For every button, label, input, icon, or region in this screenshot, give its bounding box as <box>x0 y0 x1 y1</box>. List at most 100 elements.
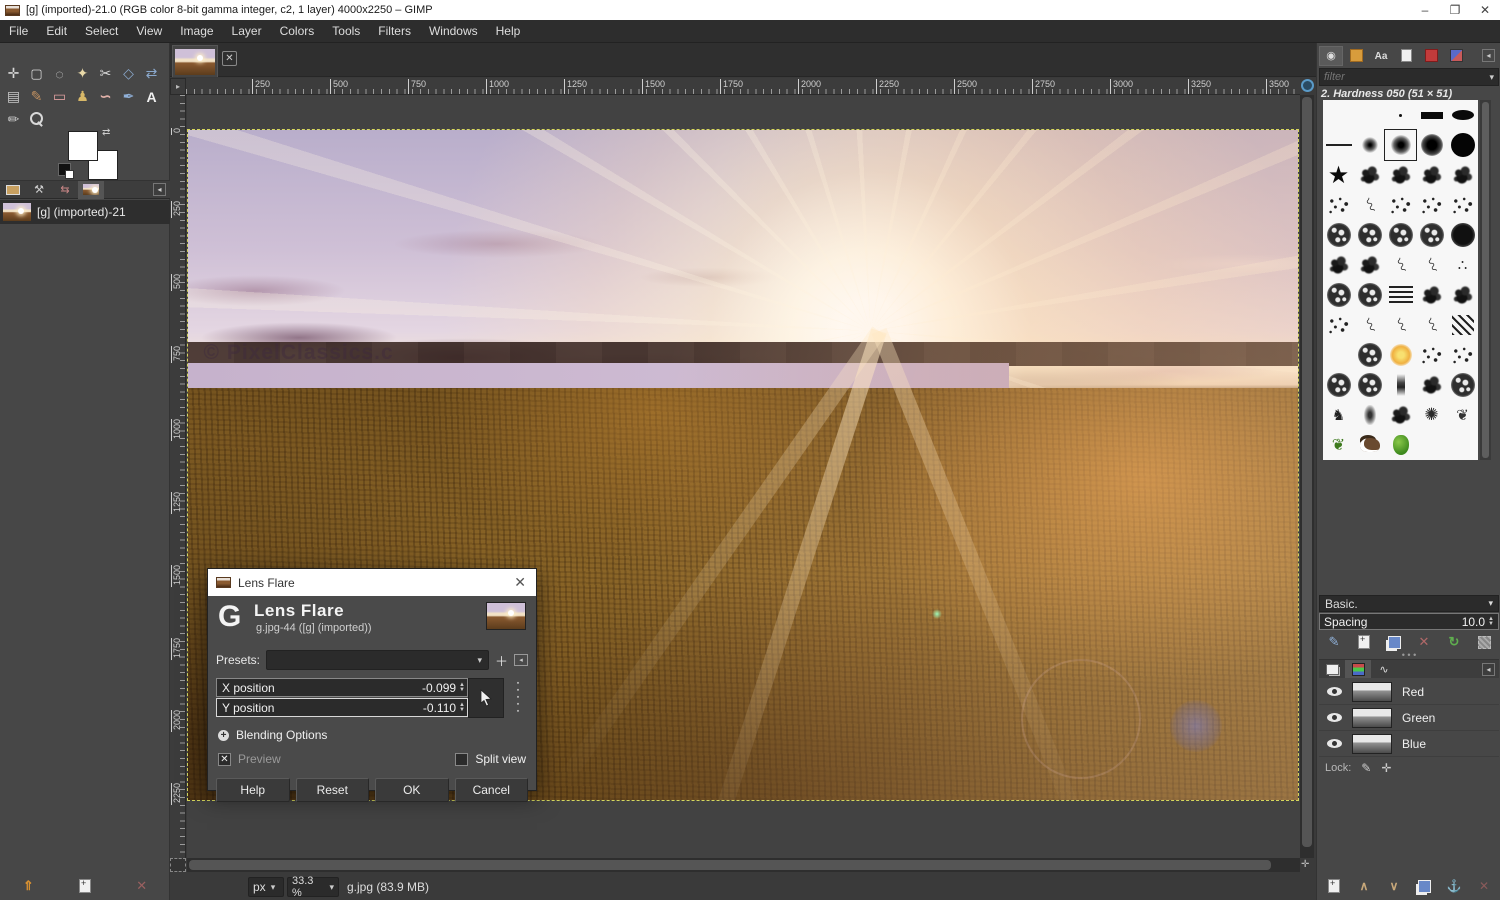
tab-patterns[interactable] <box>1344 46 1368 66</box>
brush-swatch[interactable] <box>1323 130 1354 160</box>
close-button[interactable]: ✕ <box>1470 3 1500 17</box>
visibility-eye-icon[interactable] <box>1327 687 1342 696</box>
brush-swatch[interactable] <box>1385 310 1416 340</box>
vertical-scrollbar[interactable] <box>1300 95 1314 858</box>
dock-menu-icon[interactable]: ◂ <box>1482 663 1495 676</box>
tab-layers[interactable] <box>1319 660 1345 678</box>
tab-brushes[interactable] <box>1319 46 1343 66</box>
brush-swatch[interactable] <box>1416 430 1447 460</box>
x-position-value[interactable]: -0.099 <box>422 681 456 695</box>
tool-button[interactable] <box>71 85 94 108</box>
navigation-icon[interactable]: ✛ <box>1301 859 1309 870</box>
brush-swatch[interactable] <box>1385 220 1416 250</box>
tool-button[interactable] <box>25 108 48 131</box>
brush-swatch[interactable] <box>1447 190 1478 220</box>
scrollbar-thumb[interactable] <box>1482 102 1489 458</box>
brush-swatch[interactable] <box>1354 370 1385 400</box>
dialog-button[interactable]: Cancel <box>455 778 529 802</box>
tab-fonts[interactable] <box>1369 46 1393 66</box>
brush-swatch[interactable] <box>1416 190 1447 220</box>
brush-swatch[interactable] <box>1323 250 1354 280</box>
tab-history[interactable] <box>52 181 78 199</box>
preset-menu-icon[interactable]: ◂ <box>514 654 528 666</box>
brush-swatch[interactable] <box>1354 130 1385 160</box>
filter-input[interactable] <box>1320 71 1489 83</box>
menu-item[interactable]: Help <box>487 24 530 38</box>
brush-swatch[interactable] <box>1323 370 1354 400</box>
brush-swatch[interactable] <box>1323 400 1354 430</box>
y-position-field[interactable]: Y position -0.110 ▲▼ <box>216 698 468 717</box>
duplicate-brush-button[interactable] <box>1383 633 1405 651</box>
menu-item[interactable]: File <box>0 24 37 38</box>
tool-button[interactable] <box>25 62 48 85</box>
channel-row[interactable]: Red <box>1319 679 1499 705</box>
image-tab-close-icon[interactable]: ✕ <box>222 51 237 66</box>
minimize-button[interactable]: – <box>1410 3 1440 17</box>
brush-swatch[interactable] <box>1385 430 1416 460</box>
dialog-title-bar[interactable]: Lens Flare ✕ <box>208 569 536 596</box>
pick-coordinates-button[interactable] <box>468 678 504 718</box>
tab-palettes[interactable] <box>1419 46 1443 66</box>
drag-handle-icon[interactable]: ▪▪▪▪▪ <box>514 680 522 716</box>
maximize-button[interactable]: ❐ <box>1440 3 1470 17</box>
tool-button[interactable] <box>48 62 71 85</box>
presets-select[interactable]: ▾ <box>266 650 489 670</box>
brush-swatch[interactable] <box>1354 310 1385 340</box>
menu-item[interactable]: Layer <box>223 24 271 38</box>
preview-checkbox[interactable]: ✕ <box>218 753 231 766</box>
brush-filter-field[interactable]: ▾ <box>1319 68 1499 86</box>
brush-swatch[interactable] <box>1385 190 1416 220</box>
spinner-arrows[interactable]: ▲▼ <box>459 703 465 713</box>
brush-swatch[interactable] <box>1385 160 1416 190</box>
brush-swatch[interactable] <box>1447 430 1478 460</box>
lock-pixels-icon[interactable]: ✎ <box>1361 761 1371 775</box>
tab-images[interactable] <box>0 181 26 199</box>
brush-swatch[interactable] <box>1447 310 1478 340</box>
tool-button[interactable] <box>25 85 48 108</box>
menu-item[interactable]: Image <box>171 24 222 38</box>
delete-image-button[interactable]: ✕ <box>131 877 153 895</box>
default-colors-icon[interactable] <box>58 163 71 176</box>
brush-swatch[interactable] <box>1354 250 1385 280</box>
spinner-arrows[interactable]: ▲▼ <box>459 683 465 693</box>
brush-swatch[interactable] <box>1385 400 1416 430</box>
ruler-origin-button[interactable]: ▸ <box>170 78 186 95</box>
brush-swatch[interactable] <box>1416 280 1447 310</box>
add-preset-icon[interactable]: ＋ <box>495 651 508 670</box>
zoom-select[interactable]: 33.3 % ▾ <box>287 877 339 897</box>
brush-swatch[interactable] <box>1323 280 1354 310</box>
brush-swatch[interactable] <box>1447 220 1478 250</box>
brush-grid-scrollbar[interactable] <box>1480 100 1491 460</box>
tool-button[interactable] <box>117 62 140 85</box>
brush-swatch[interactable] <box>1447 280 1478 310</box>
visibility-eye-icon[interactable] <box>1327 739 1342 748</box>
tool-button[interactable] <box>2 62 25 85</box>
brush-swatch[interactable] <box>1323 310 1354 340</box>
dialog-button[interactable]: OK <box>375 778 449 802</box>
brush-swatch[interactable] <box>1323 100 1354 130</box>
brush-swatch[interactable] <box>1354 100 1385 130</box>
tool-button[interactable] <box>71 62 94 85</box>
brush-swatch[interactable] <box>1447 250 1478 280</box>
horizontal-ruler[interactable]: 2505007501000125015001750200022502500275… <box>186 78 1300 95</box>
visibility-eye-icon[interactable] <box>1327 713 1342 722</box>
menu-item[interactable]: Colors <box>271 24 324 38</box>
brush-swatch[interactable] <box>1323 190 1354 220</box>
brush-swatch[interactable] <box>1354 280 1385 310</box>
blending-options-expander[interactable]: + Blending Options <box>218 728 528 742</box>
brush-swatch[interactable] <box>1385 250 1416 280</box>
zoom-follow-window-toggle[interactable] <box>1301 79 1314 92</box>
tab-paths[interactable] <box>1371 660 1397 678</box>
brush-swatch[interactable] <box>1354 430 1385 460</box>
swap-colors-icon[interactable]: ⇄ <box>102 127 110 138</box>
tab-current-image[interactable] <box>78 181 104 199</box>
menu-item[interactable]: Select <box>76 24 127 38</box>
unit-select[interactable]: px ▾ <box>248 877 284 897</box>
raise-displays-button[interactable]: ⇑ <box>17 877 39 895</box>
brush-swatch[interactable] <box>1354 400 1385 430</box>
dock-menu-icon[interactable]: ◂ <box>153 183 166 196</box>
lock-position-icon[interactable]: ✛ <box>1381 761 1391 775</box>
brush-swatch[interactable] <box>1447 130 1478 160</box>
brush-swatch[interactable] <box>1416 100 1447 130</box>
brush-swatch[interactable] <box>1323 340 1354 370</box>
